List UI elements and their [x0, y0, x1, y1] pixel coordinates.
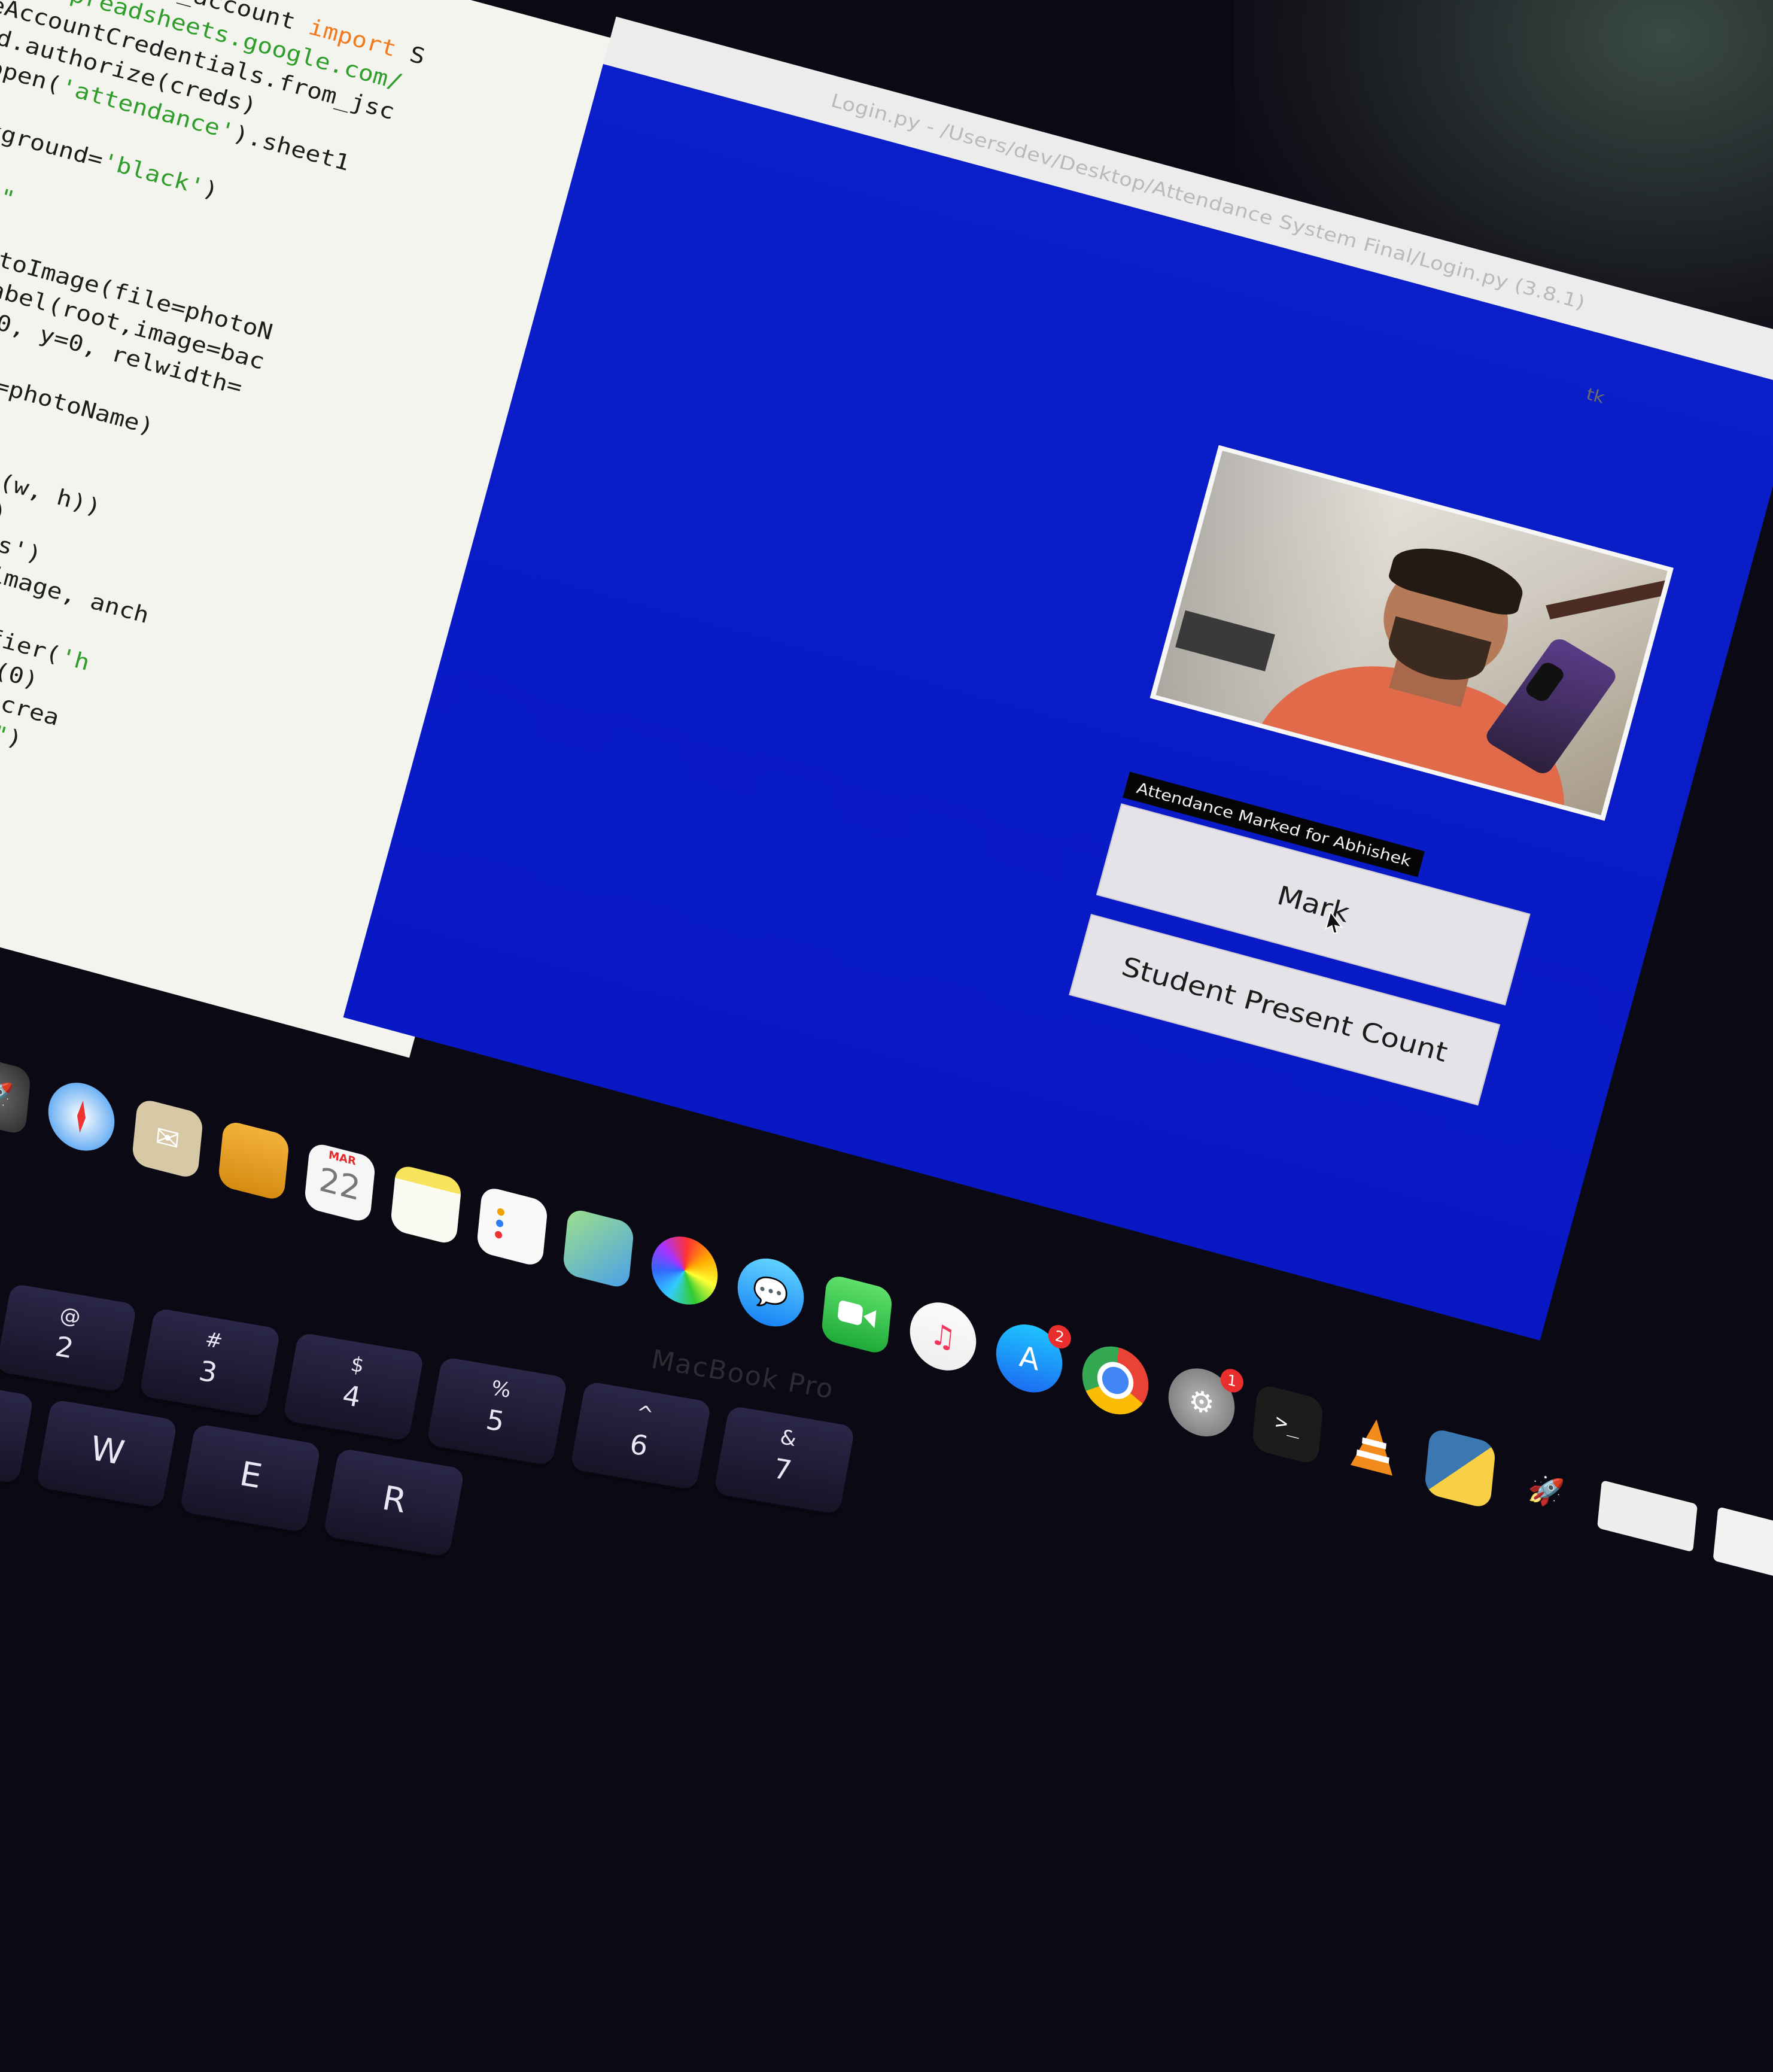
key-6[interactable]: ^ 6 — [570, 1381, 711, 1490]
key-r[interactable]: R — [323, 1448, 465, 1557]
key-4[interactable]: $ 4 — [282, 1332, 424, 1442]
code-token: 'h — [57, 644, 92, 676]
app-store-badge: 2 — [1047, 1323, 1072, 1351]
key-letter: W — [41, 1421, 174, 1481]
messages-icon[interactable]: 💬 — [735, 1251, 807, 1334]
reminders-icon[interactable] — [476, 1185, 549, 1268]
list-bullets-icon — [489, 1201, 536, 1253]
folder-icon[interactable] — [218, 1119, 290, 1202]
key-e[interactable]: E — [180, 1423, 321, 1533]
key-w[interactable]: W — [36, 1399, 178, 1509]
code-token: S — [393, 38, 428, 69]
key-7[interactable]: & 7 — [713, 1405, 855, 1515]
app-store-icon[interactable]: A 2 — [993, 1317, 1066, 1400]
chrome-icon[interactable] — [1079, 1339, 1152, 1421]
key-q[interactable]: Q — [0, 1375, 34, 1484]
safari-icon[interactable] — [45, 1076, 118, 1158]
key-5[interactable]: % 5 — [426, 1357, 568, 1466]
window-subtitle: tk — [1584, 385, 1607, 408]
facetime-icon[interactable] — [821, 1273, 893, 1356]
key-letter: Q — [0, 1397, 30, 1456]
maps-icon[interactable] — [562, 1207, 635, 1290]
key-letter: E — [184, 1446, 317, 1505]
system-preferences-icon[interactable]: ⚙ 1 — [1166, 1361, 1238, 1444]
key-2[interactable]: @ 2 — [0, 1283, 137, 1393]
chrome-center — [1096, 1358, 1135, 1403]
system-preferences-badge: 1 — [1219, 1366, 1245, 1395]
key-letter: R — [328, 1470, 461, 1529]
photos-icon[interactable] — [649, 1229, 721, 1312]
photo-scene: Image, ImageTk oauth2client.service_acco… — [0, 0, 1773, 1485]
video-camera-icon — [835, 1294, 880, 1335]
compass-icon — [59, 1090, 105, 1143]
mail-icon[interactable]: ✉ — [132, 1098, 204, 1180]
terminal-icon[interactable]: >_ — [1252, 1383, 1324, 1466]
launchpad-icon[interactable]: 🚀 — [0, 1053, 32, 1136]
traffic-cone-icon — [1344, 1409, 1404, 1483]
calendar-icon[interactable]: MAR 22 — [304, 1141, 376, 1224]
key-3[interactable]: # 3 — [139, 1308, 281, 1417]
webcam-preview — [1150, 445, 1674, 821]
music-icon[interactable]: ♫ — [907, 1295, 980, 1378]
notes-icon[interactable] — [390, 1163, 463, 1246]
